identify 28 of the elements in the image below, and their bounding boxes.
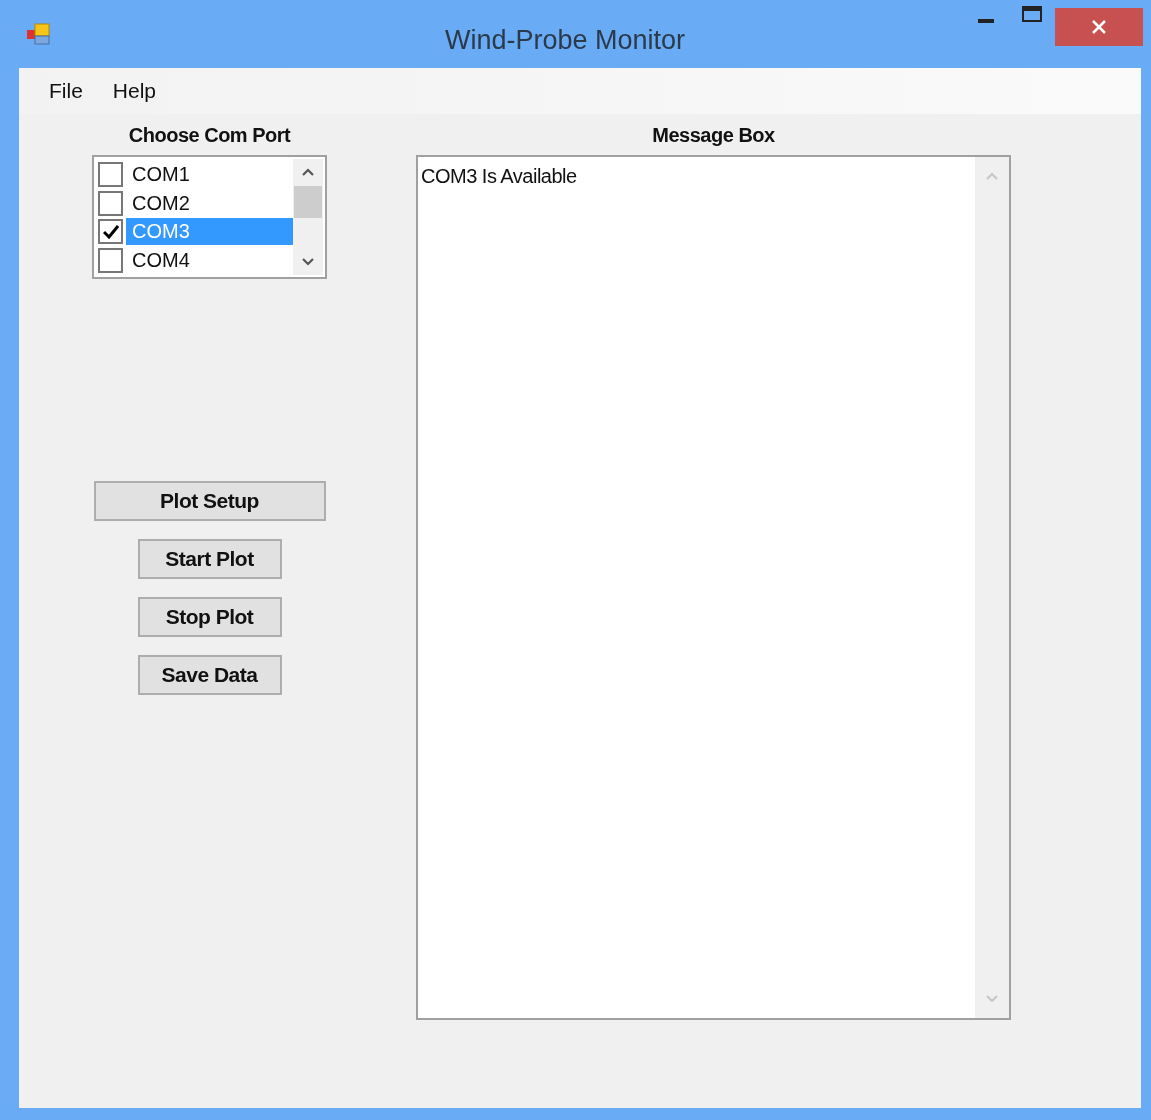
app-icon (26, 21, 52, 47)
minimize-icon (977, 17, 995, 23)
scroll-down-icon[interactable] (301, 257, 315, 267)
window-title: Wind-Probe Monitor (445, 24, 686, 57)
com-port-label: Choose Com Port (128, 123, 291, 148)
message-text: COM3 Is Available (420, 164, 578, 189)
action-button[interactable]: Plot Setup (93, 481, 326, 521)
action-button[interactable]: Save Data (137, 655, 282, 695)
com-port-item[interactable]: COM2 (126, 189, 293, 217)
menu-item[interactable]: File (41, 75, 91, 107)
scrollbar[interactable] (293, 159, 323, 275)
checkmark-icon (102, 224, 119, 239)
action-button[interactable]: Stop Plot (137, 597, 282, 637)
close-icon (1091, 19, 1107, 35)
com-port-item[interactable]: COM1 (126, 160, 293, 188)
checkbox[interactable] (98, 248, 123, 274)
com-port-item[interactable]: COM4 (126, 247, 293, 275)
action-button[interactable]: Start Plot (137, 539, 282, 579)
com-port-list[interactable]: COM1 COM2 COM3 COM4 (92, 155, 327, 279)
checkbox[interactable] (98, 219, 123, 245)
scroll-thumb[interactable] (294, 186, 322, 218)
checkbox[interactable] (98, 190, 123, 216)
scroll-up-icon[interactable] (301, 167, 315, 177)
menu-item[interactable]: Help (104, 75, 165, 107)
message-box[interactable]: COM3 Is Available (416, 155, 1011, 1020)
message-box-label: Message Box (652, 123, 775, 148)
maximize-icon (1022, 6, 1042, 22)
checkbox[interactable] (98, 161, 123, 187)
